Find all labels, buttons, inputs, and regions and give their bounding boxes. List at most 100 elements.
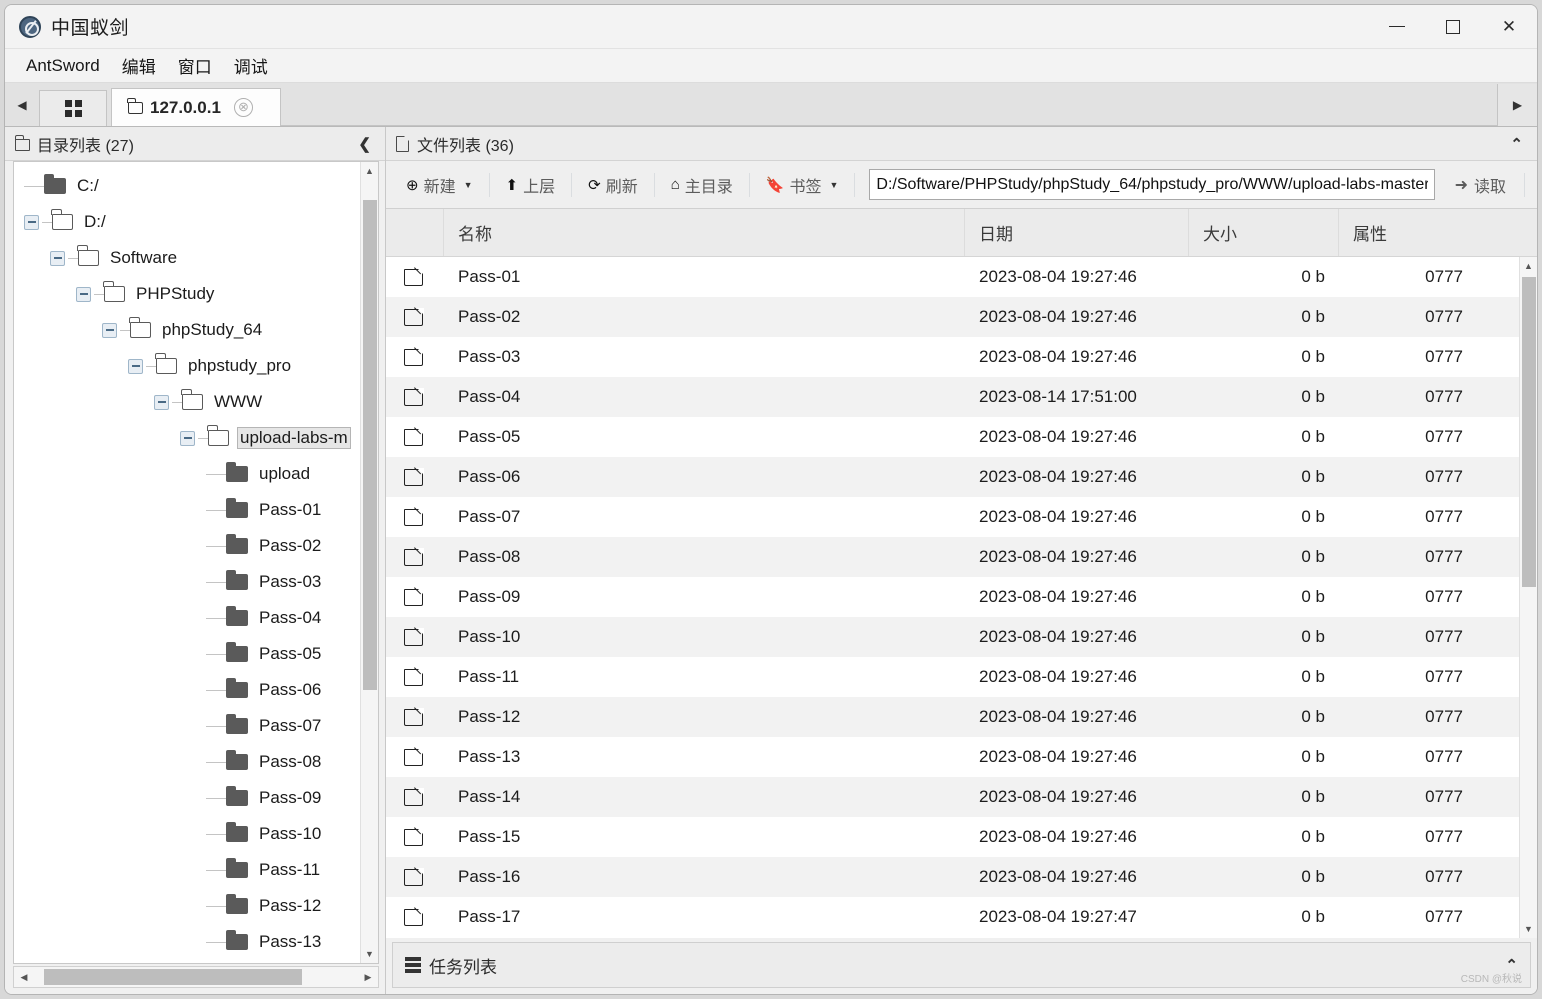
row-name: Pass-11: [458, 667, 520, 686]
menu-item-debug[interactable]: 调试: [225, 51, 277, 80]
table-row[interactable]: Pass-11 2023-08-04 19:27:46 0 b 0777: [386, 657, 1537, 697]
column-header-name[interactable]: 名称: [444, 209, 965, 256]
tree-collapse-toggle[interactable]: [24, 214, 39, 230]
table-row[interactable]: Pass-02 2023-08-04 19:27:46 0 b 0777: [386, 297, 1537, 337]
tab-grid-view-button[interactable]: [39, 90, 107, 126]
tab-scroll-left-button[interactable]: ◀: [5, 84, 39, 126]
tree-item-pass-10[interactable]: Pass-10: [14, 816, 360, 852]
menu-item-antsword[interactable]: AntSword: [17, 54, 109, 78]
tree-item-pass-04[interactable]: Pass-04: [14, 600, 360, 636]
tree-scroll-left-arrow[interactable]: ◀: [14, 972, 34, 983]
tree-collapse-toggle[interactable]: [76, 286, 91, 302]
table-row[interactable]: Pass-14 2023-08-04 19:27:46 0 b 0777: [386, 777, 1537, 817]
row-date: 2023-08-04 19:27:46: [979, 587, 1137, 606]
main-body: 目录列表 (27) ❮ C:/ D:/Software PHPStudy phpStu…: [5, 127, 1537, 994]
tree-item-pass-11[interactable]: Pass-11: [14, 852, 360, 888]
read-button[interactable]: ➜ 读取: [1441, 169, 1520, 201]
tree-collapse-toggle[interactable]: [180, 430, 195, 446]
tree-item-phpstudy-pro[interactable]: phpstudy_pro: [14, 348, 360, 384]
row-size: 0 b: [1301, 307, 1325, 326]
tree-item-phpstudy-64[interactable]: phpStudy_64: [14, 312, 360, 348]
tree-item-pass-01[interactable]: Pass-01: [14, 492, 360, 528]
toolbar-divider: [571, 172, 573, 197]
tree-collapse-toggle[interactable]: [50, 250, 65, 266]
tree-item-d[interactable]: D:/: [14, 204, 360, 240]
tree-scroll-right-arrow[interactable]: ▶: [358, 972, 378, 983]
table-row[interactable]: Pass-03 2023-08-04 19:27:46 0 b 0777: [386, 337, 1537, 377]
file-scrollbar-thumb[interactable]: [1522, 277, 1536, 587]
tree-line: [206, 473, 216, 475]
tree-collapse-toggle[interactable]: [102, 322, 117, 338]
maximize-button[interactable]: [1425, 5, 1481, 49]
tree-hscrollbar-thumb[interactable]: [44, 969, 302, 985]
file-vertical-scrollbar[interactable]: ▲ ▼: [1519, 257, 1537, 938]
table-row[interactable]: Pass-12 2023-08-04 19:27:46 0 b 0777: [386, 697, 1537, 737]
column-header-attr[interactable]: 属性: [1339, 209, 1515, 256]
tree-vertical-scrollbar[interactable]: ▲ ▼: [360, 162, 378, 963]
row-size: 0 b: [1301, 427, 1325, 446]
tree-line: [206, 653, 216, 655]
tree-item-upload-labs-m[interactable]: upload-labs-m: [14, 420, 360, 456]
minimize-button[interactable]: [1369, 5, 1425, 49]
directory-tree[interactable]: C:/ D:/Software PHPStudy phpStudy_64 phpstud…: [14, 162, 360, 963]
table-row[interactable]: Pass-01 2023-08-04 19:27:46 0 b 0777: [386, 257, 1537, 297]
tree-scroll-down-arrow[interactable]: ▼: [361, 945, 378, 963]
bookmark-button[interactable]: 🔖 书签 ▼: [754, 169, 851, 201]
column-header-date[interactable]: 日期: [965, 209, 1189, 256]
tree-collapse-toggle[interactable]: [128, 358, 143, 374]
table-row[interactable]: Pass-08 2023-08-04 19:27:46 0 b 0777: [386, 537, 1537, 577]
tree-scrollbar-thumb[interactable]: [363, 200, 377, 690]
tree-item-pass-02[interactable]: Pass-02: [14, 528, 360, 564]
refresh-icon: ⟳: [588, 176, 601, 194]
table-row[interactable]: Pass-07 2023-08-04 19:27:46 0 b 0777: [386, 497, 1537, 537]
tree-horizontal-scrollbar[interactable]: ◀ ▶: [13, 966, 379, 988]
menu-item-edit[interactable]: 编辑: [113, 51, 165, 80]
table-row[interactable]: Pass-06 2023-08-04 19:27:46 0 b 0777: [386, 457, 1537, 497]
table-row[interactable]: Pass-17 2023-08-04 19:27:47 0 b 0777: [386, 897, 1537, 937]
home-button[interactable]: ⌂ 主目录: [659, 169, 745, 201]
tree-item-pass-13[interactable]: Pass-13: [14, 924, 360, 960]
tree-item-c[interactable]: C:/: [14, 168, 360, 204]
home-icon: ⌂: [670, 176, 680, 193]
tab-127-0-0-1[interactable]: 127.0.0.1 ⊗: [111, 88, 281, 126]
file-scroll-up-arrow[interactable]: ▲: [1520, 257, 1537, 275]
file-scroll-down-arrow[interactable]: ▼: [1520, 920, 1537, 938]
menu-item-window[interactable]: 窗口: [169, 51, 221, 80]
file-panel-collapse-button[interactable]: ⌃: [1506, 135, 1527, 153]
new-button[interactable]: ⊕ 新建 ▼: [394, 169, 485, 201]
tree-item-pass-12[interactable]: Pass-12: [14, 888, 360, 924]
tab-scroll-right-button[interactable]: ▶: [1497, 84, 1537, 126]
path-input[interactable]: [869, 169, 1435, 200]
row-size: 0 b: [1301, 507, 1325, 526]
table-row[interactable]: Pass-05 2023-08-04 19:27:46 0 b 0777: [386, 417, 1537, 457]
tree-item-pass-03[interactable]: Pass-03: [14, 564, 360, 600]
tree-item-software[interactable]: Software: [14, 240, 360, 276]
close-button[interactable]: ✕: [1481, 5, 1537, 49]
folder-icon: [226, 858, 248, 878]
refresh-button[interactable]: ⟳ 刷新: [576, 169, 650, 201]
table-row[interactable]: Pass-10 2023-08-04 19:27:46 0 b 0777: [386, 617, 1537, 657]
tree-item-phpstudy[interactable]: PHPStudy: [14, 276, 360, 312]
tree-item-pass-08[interactable]: Pass-08: [14, 744, 360, 780]
tree-collapse-toggle[interactable]: [154, 394, 169, 410]
directory-collapse-button[interactable]: ❮: [354, 135, 375, 153]
toolbar-divider: [1524, 172, 1525, 197]
tree-item-upload[interactable]: upload: [14, 456, 360, 492]
tree-item-label: upload-labs-m: [237, 427, 351, 449]
column-header-size[interactable]: 大小: [1189, 209, 1339, 256]
tree-item-pass-07[interactable]: Pass-07: [14, 708, 360, 744]
task-list-bar[interactable]: 任务列表 ⌃ CSDN @秋说: [392, 942, 1531, 988]
tree-item-www[interactable]: WWW: [14, 384, 360, 420]
tree-scroll-up-arrow[interactable]: ▲: [361, 162, 378, 180]
table-row[interactable]: Pass-15 2023-08-04 19:27:46 0 b 0777: [386, 817, 1537, 857]
tree-item-pass-09[interactable]: Pass-09: [14, 780, 360, 816]
tab-close-icon[interactable]: ⊗: [233, 98, 253, 117]
table-row[interactable]: Pass-09 2023-08-04 19:27:46 0 b 0777: [386, 577, 1537, 617]
table-row[interactable]: Pass-13 2023-08-04 19:27:46 0 b 0777: [386, 737, 1537, 777]
table-row[interactable]: Pass-16 2023-08-04 19:27:46 0 b 0777: [386, 857, 1537, 897]
tree-item-pass-06[interactable]: Pass-06: [14, 672, 360, 708]
folder-open-icon: [181, 389, 203, 410]
tree-item-pass-05[interactable]: Pass-05: [14, 636, 360, 672]
table-row[interactable]: Pass-04 2023-08-14 17:51:00 0 b 0777: [386, 377, 1537, 417]
up-button[interactable]: ⬆ 上层: [494, 169, 568, 201]
